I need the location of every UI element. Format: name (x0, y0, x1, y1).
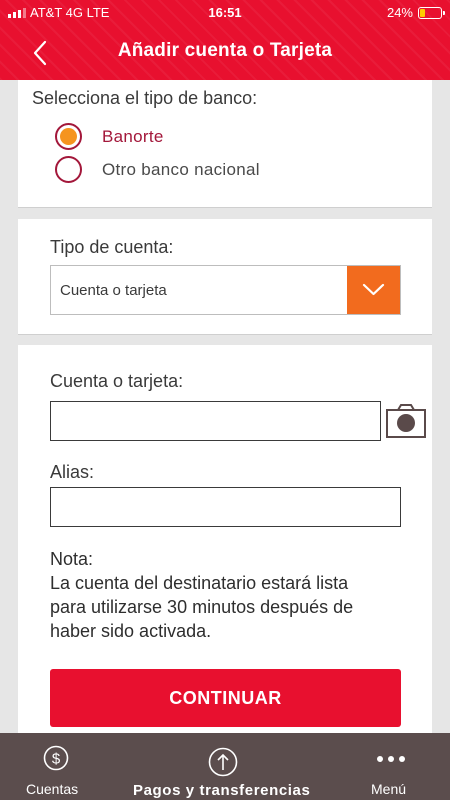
status-bar: AT&T 4G LTE 16:51 24% (0, 0, 450, 26)
account-type-select[interactable]: Cuenta o tarjeta (50, 265, 401, 315)
radio-button-selected[interactable] (55, 123, 82, 150)
bank-type-label: Selecciona el tipo de banco: (32, 88, 258, 108)
tab-pagos-transferencias[interactable]: Pagos y transferencias (120, 733, 330, 800)
battery-percent: 24% (386, 5, 413, 20)
radio-label-otro-banco: Otro banco nacional (102, 159, 260, 179)
radio-option-banorte[interactable]: Banorte (55, 123, 164, 150)
note-line-2: para utilizarse 30 minutos después de (50, 597, 354, 617)
radio-selected-dot (60, 128, 77, 145)
alias-input[interactable] (50, 487, 401, 527)
dollar-circle-icon: $ (43, 745, 69, 771)
account-type-selected-value: Cuenta o tarjeta (60, 282, 167, 299)
alias-label: Alias: (50, 462, 95, 482)
page-title: Añadir cuenta o Tarjeta (117, 40, 333, 61)
bottom-tab-bar: $ Cuentas Pagos y transferencias Menú (0, 733, 450, 800)
more-dots-icon (377, 756, 405, 762)
tab-cuentas[interactable]: $ Cuentas (0, 733, 110, 800)
battery-cap (443, 10, 445, 15)
app-header: AT&T 4G LTE 16:51 24% Añadir cuenta o Ta… (0, 0, 450, 80)
camera-icon (386, 404, 426, 438)
battery-icon (418, 6, 445, 19)
scan-card-button[interactable] (386, 404, 426, 438)
note-line-1: La cuenta del destinatario estará lista (50, 573, 349, 593)
account-type-label: Tipo de cuenta: (50, 237, 174, 257)
radio-option-otro-banco[interactable]: Otro banco nacional (55, 156, 260, 183)
tab-menu[interactable]: Menú (350, 733, 450, 800)
tab-label-cuentas: Cuentas (26, 781, 79, 797)
note-line-3: haber sido activada. (50, 621, 212, 641)
dropdown-toggle-button[interactable] (347, 266, 400, 314)
tab-label-pagos-transferencias: Pagos y transferencias (133, 782, 311, 799)
arrow-up-circle-icon (208, 747, 238, 777)
continue-button[interactable]: CONTINUAR (50, 669, 401, 727)
battery-level-fill (420, 8, 425, 17)
status-battery-group: 24% (386, 5, 445, 20)
account-number-label: Cuenta o tarjeta: (50, 371, 184, 391)
note-title: Nota: (50, 549, 94, 569)
account-number-input[interactable] (50, 401, 381, 441)
radio-label-banorte: Banorte (102, 126, 164, 146)
radio-button-unselected[interactable] (55, 156, 82, 183)
status-time: 16:51 (208, 5, 242, 20)
svg-text:$: $ (52, 751, 61, 768)
chevron-down-icon (362, 283, 385, 296)
tab-label-menu: Menú (371, 781, 407, 797)
